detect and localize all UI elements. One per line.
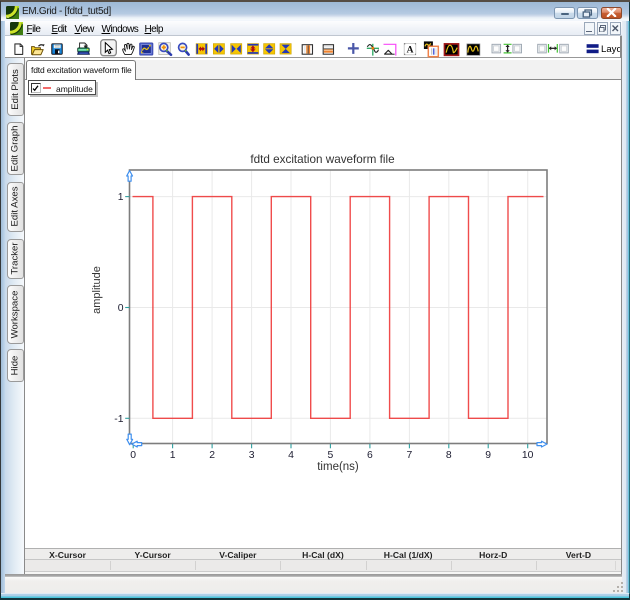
svg-text:6: 6	[367, 450, 373, 461]
svg-text:0: 0	[130, 450, 136, 461]
svg-text:9: 9	[485, 450, 491, 461]
svg-text:3: 3	[249, 450, 255, 461]
svg-text:7: 7	[407, 450, 413, 461]
svg-text:0: 0	[118, 303, 124, 314]
svg-text:10: 10	[522, 450, 534, 461]
svg-text:1: 1	[170, 450, 176, 461]
svg-text:5: 5	[328, 450, 334, 461]
svg-text:1: 1	[118, 192, 124, 203]
svg-text:2: 2	[209, 450, 215, 461]
svg-text:fdtd excitation waveform file: fdtd excitation waveform file	[250, 153, 394, 166]
svg-text:8: 8	[446, 450, 452, 461]
svg-text:time(ns): time(ns)	[317, 461, 359, 473]
svg-text:-1: -1	[114, 414, 123, 425]
svg-text:amplitude: amplitude	[91, 266, 103, 314]
svg-text:4: 4	[288, 450, 294, 461]
